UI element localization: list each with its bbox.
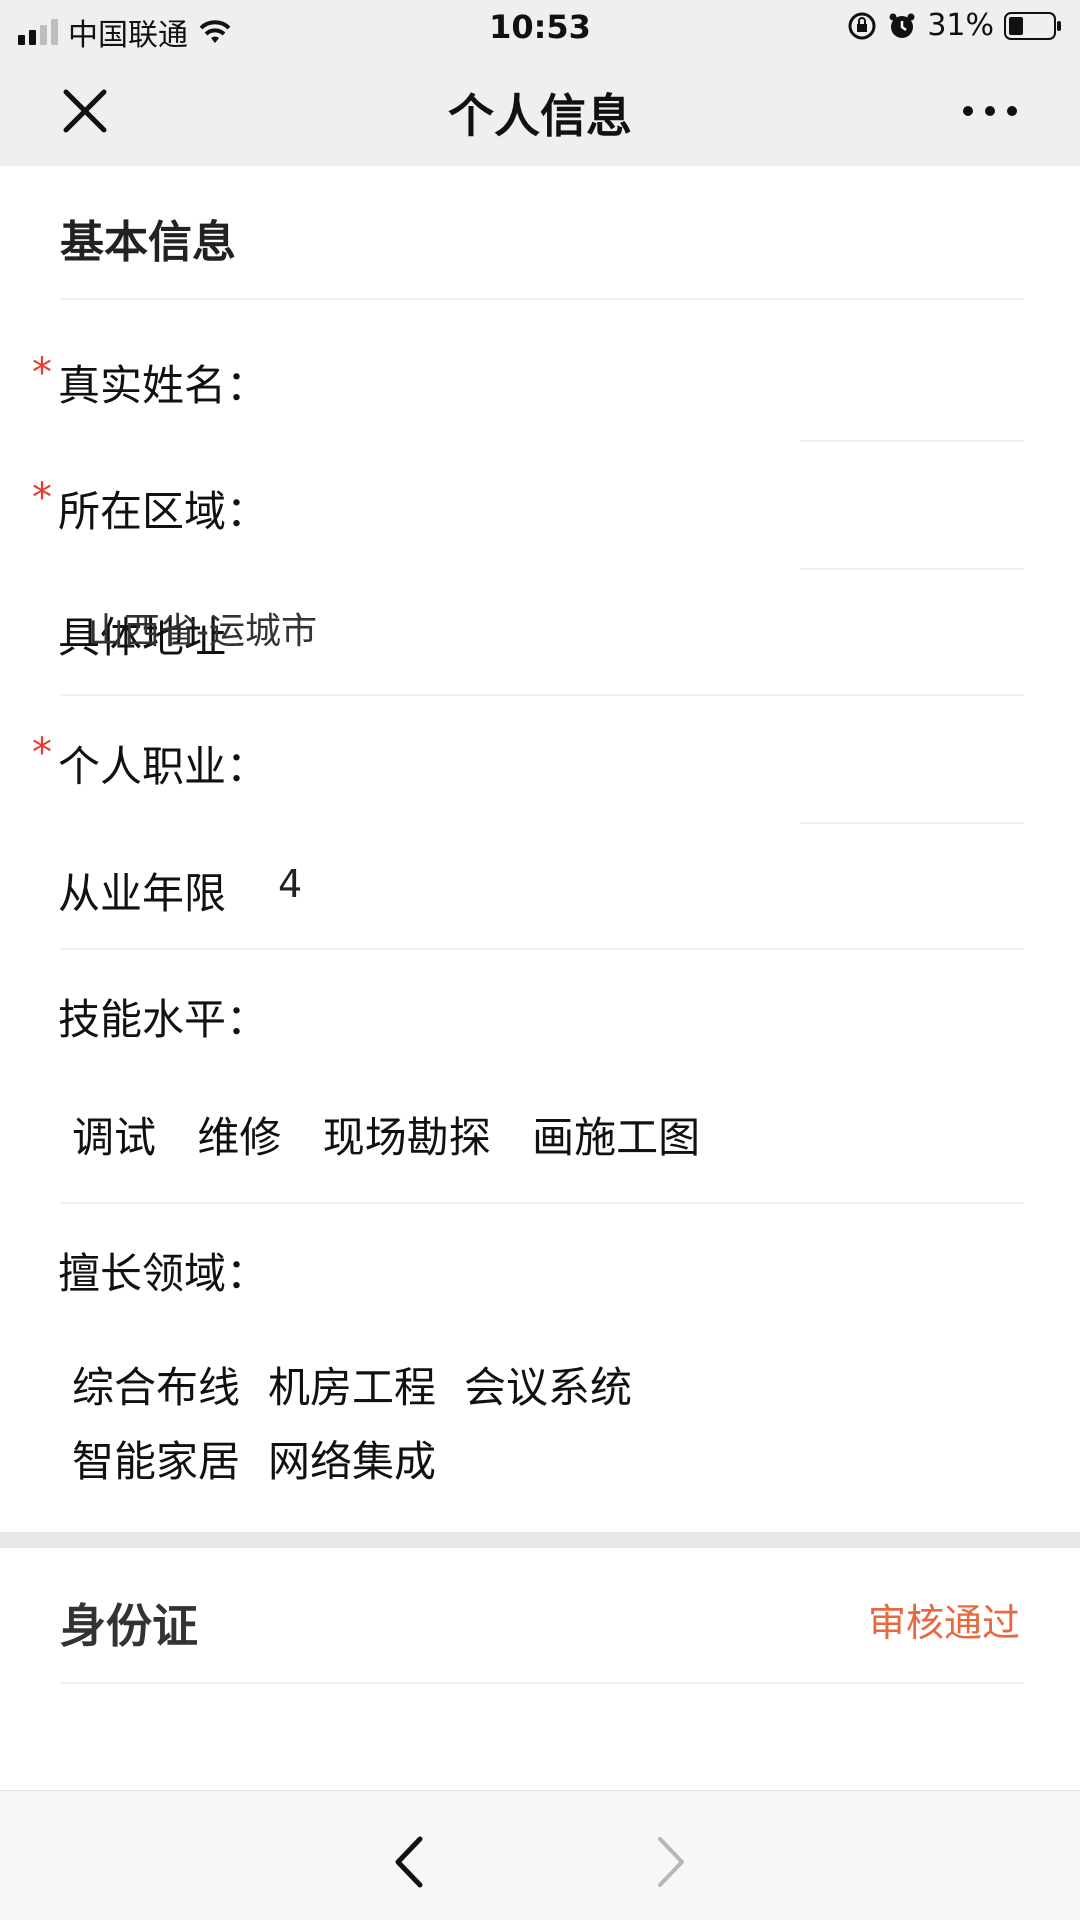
name-label: 真实姓名： xyxy=(58,361,269,410)
skill-tag: 维修 xyxy=(197,1113,282,1162)
battery-percent: 31% xyxy=(927,8,994,43)
required-mark: * xyxy=(32,350,52,396)
divider xyxy=(60,948,1024,950)
battery-icon xyxy=(1004,11,1061,40)
region-label: 所在区域： xyxy=(58,487,269,536)
page-title: 个人信息 xyxy=(448,89,632,143)
domain-tag: 综合布线 xyxy=(72,1363,241,1412)
status-right: 31% xyxy=(847,8,1062,43)
skill-tag: 现场勘探 xyxy=(322,1113,491,1162)
app-frame: 中国联通 10:53 31% 个人信息 基本信息 * 真实姓名： * 所在区域：… xyxy=(0,0,1080,1920)
chevron-right-icon[interactable] xyxy=(650,1835,690,1889)
domain-tag: 机房工程 xyxy=(268,1363,437,1412)
divider xyxy=(60,298,1024,300)
divider xyxy=(800,822,1024,824)
domain-tag: 智能家居 xyxy=(72,1437,241,1486)
rotation-lock-icon xyxy=(848,12,876,39)
occupation-label: 个人职业： xyxy=(58,742,269,791)
required-mark: * xyxy=(32,730,52,776)
more-icon[interactable] xyxy=(960,88,1020,134)
alarm-icon xyxy=(889,13,915,38)
section-title-basic: 基本信息 xyxy=(60,217,236,268)
skill-tag: 画施工图 xyxy=(532,1113,701,1162)
required-mark: * xyxy=(32,475,52,521)
divider xyxy=(60,694,1024,696)
experience-value: 4 xyxy=(278,862,303,906)
skill-tag: 调试 xyxy=(72,1113,157,1162)
domain-label: 擅长领域： xyxy=(58,1249,269,1298)
domain-tag: 会议系统 xyxy=(464,1363,633,1412)
divider xyxy=(800,568,1024,570)
nav-bar: 个人信息 xyxy=(0,56,1080,166)
divider xyxy=(800,440,1024,442)
address-value: 山西省-运城市 xyxy=(88,611,317,652)
chevron-left-icon[interactable] xyxy=(390,1835,430,1889)
id-card-status[interactable]: 审核通过 xyxy=(868,1592,1020,1647)
domain-tag: 网络集成 xyxy=(268,1437,437,1486)
divider xyxy=(60,1682,1024,1684)
experience-label: 从业年限 xyxy=(58,869,227,918)
section-separator xyxy=(0,1532,1080,1548)
domain-tags: 综合布线 机房工程 会议系统 智能家居 网络集成 xyxy=(72,1358,772,1506)
skill-tags: 调试 维修 现场勘探 画施工图 xyxy=(72,1104,728,1179)
bottom-nav-bar xyxy=(0,1790,1080,1920)
divider xyxy=(60,1202,1024,1204)
status-bar: 中国联通 10:53 31% xyxy=(0,0,1080,56)
id-card-title: 身份证 xyxy=(60,1599,198,1653)
skill-label: 技能水平： xyxy=(58,995,269,1044)
